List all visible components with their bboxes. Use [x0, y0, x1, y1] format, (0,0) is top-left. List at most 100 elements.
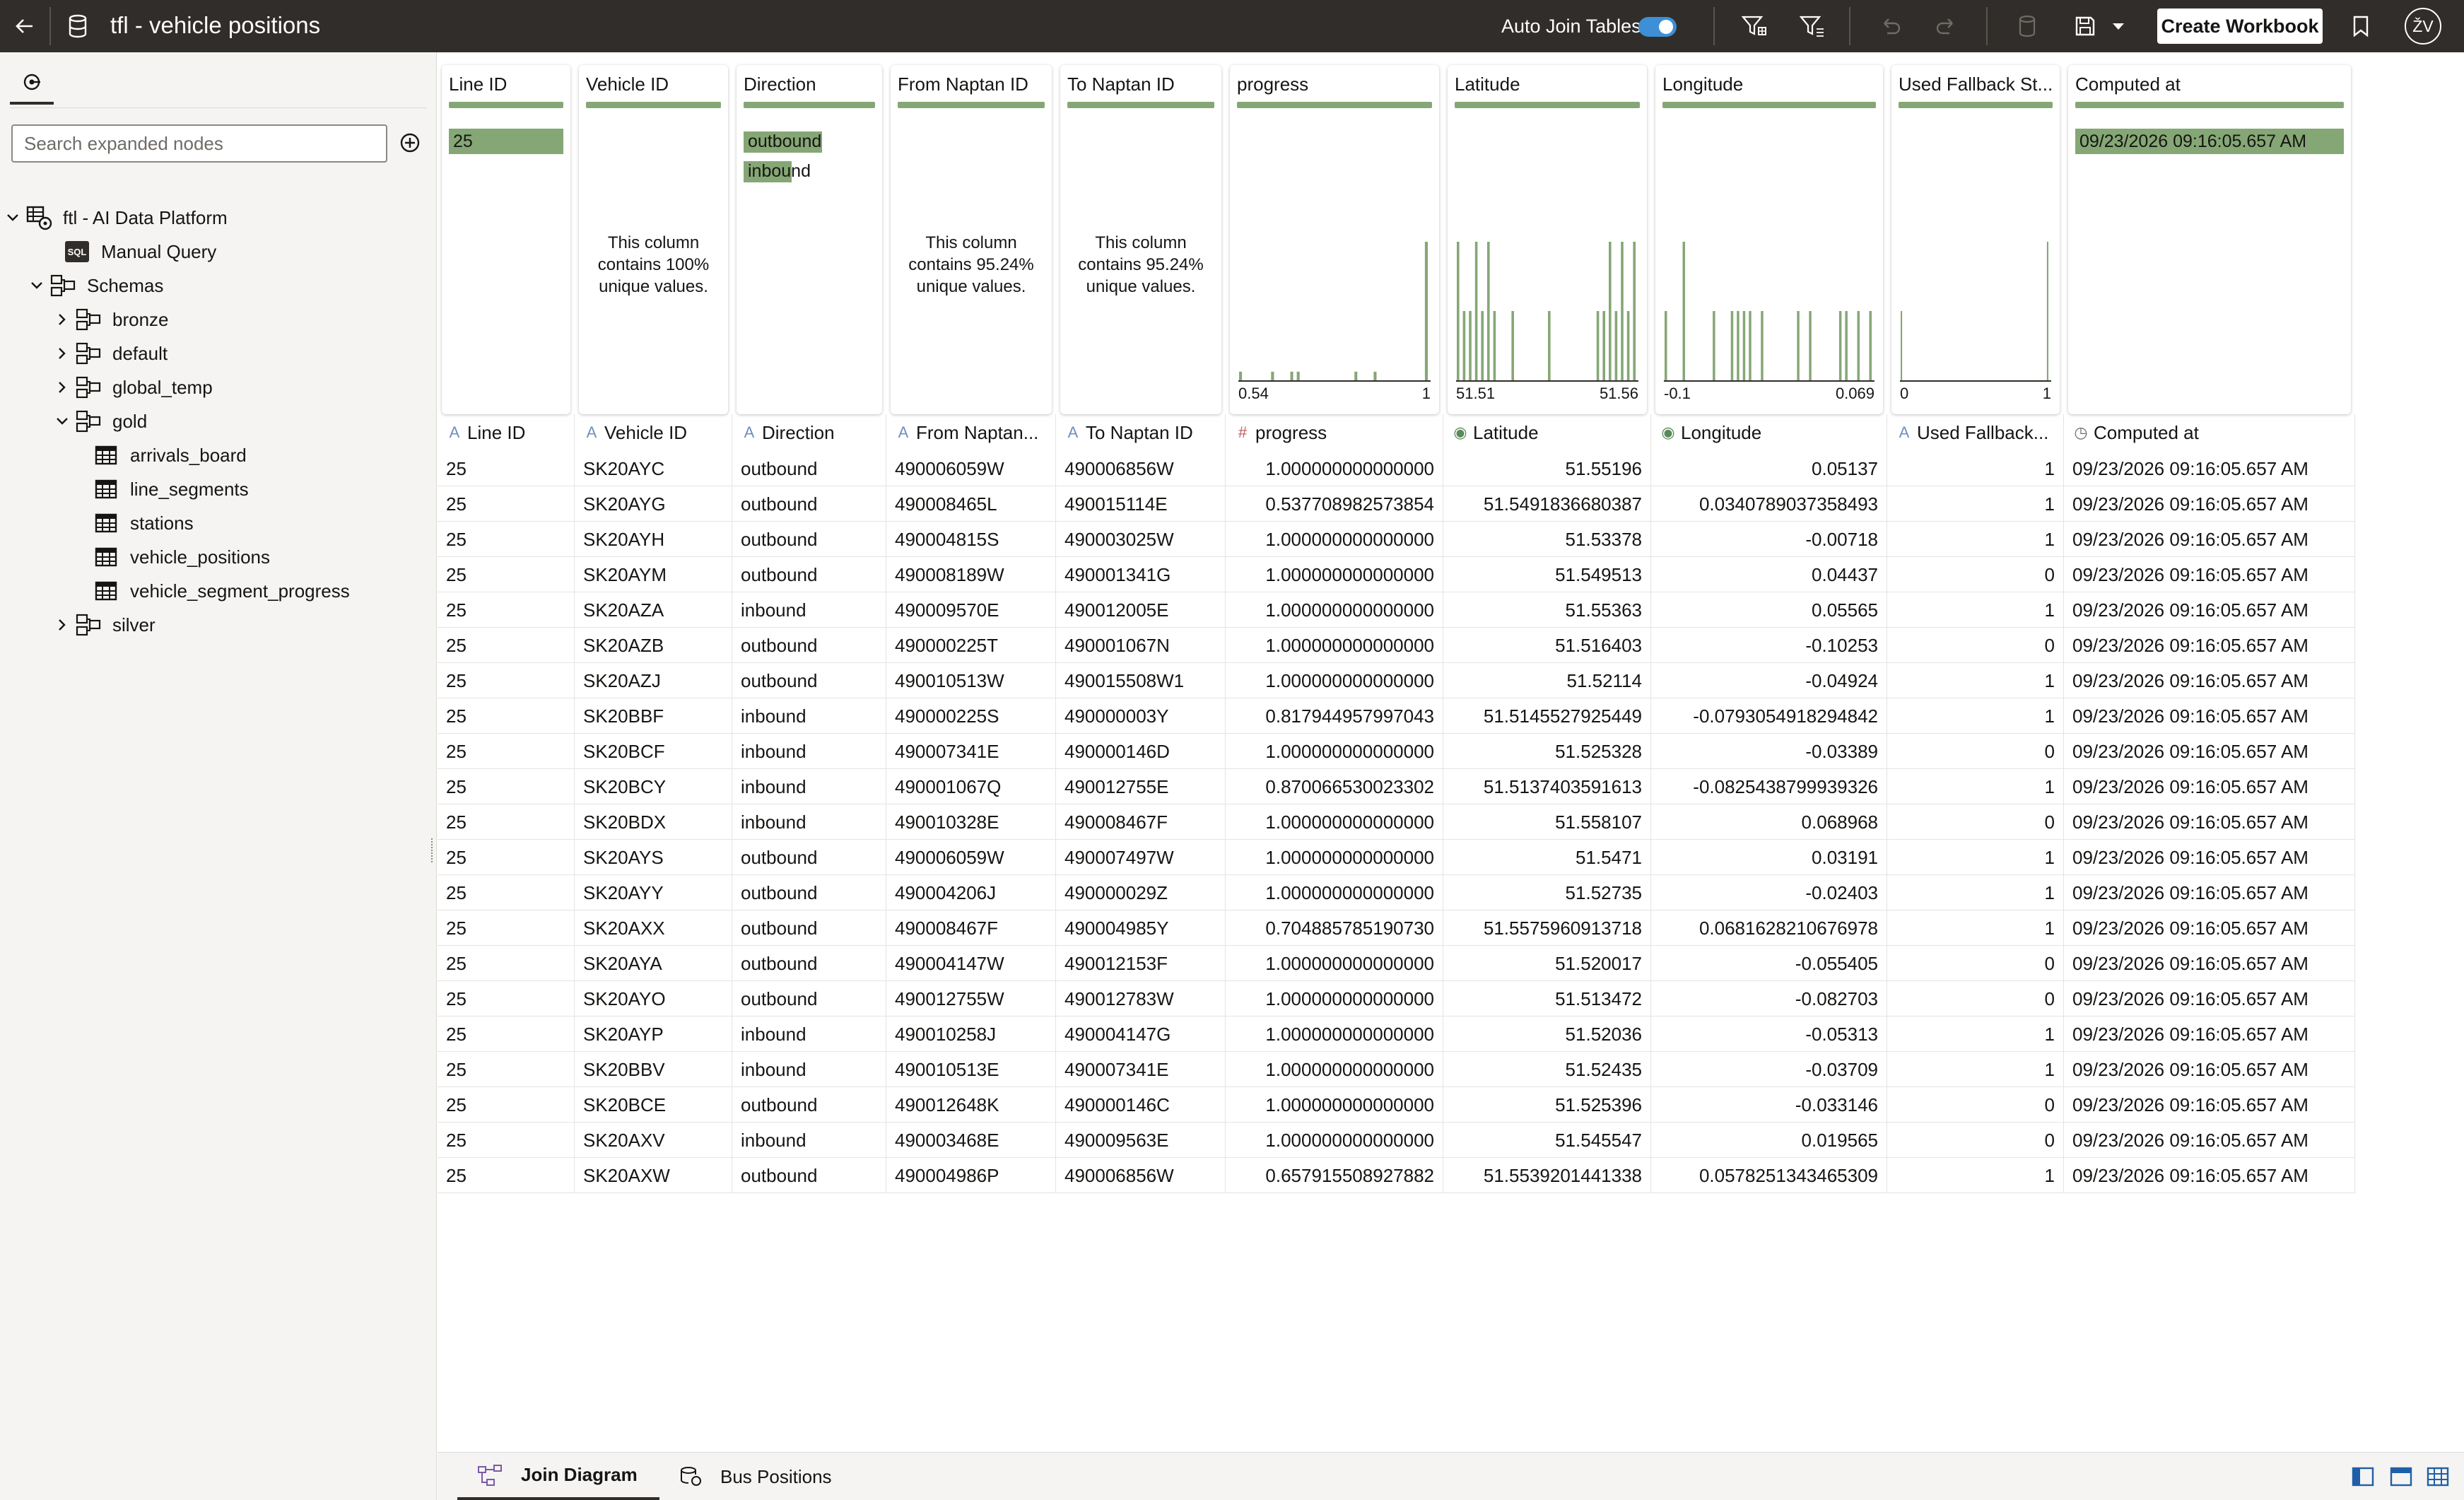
- chevron-down-icon[interactable]: [2, 213, 23, 222]
- table-cell[interactable]: -0.04924: [1651, 663, 1887, 698]
- table-cell[interactable]: 1.000000000000000: [1226, 875, 1443, 910]
- table-cell[interactable]: SK20AYO: [575, 981, 732, 1016]
- table-cell[interactable]: 1: [1887, 1158, 2064, 1193]
- table-cell[interactable]: 0: [1887, 1087, 2064, 1123]
- table-cell[interactable]: 09/23/2026 09:16:05.657 AM: [2064, 663, 2355, 698]
- table-cell[interactable]: 1.000000000000000: [1226, 592, 1443, 628]
- table-row[interactable]: 25 SK20AZJ outbound 490010513W 490015508W1 1.…: [438, 663, 2355, 698]
- histogram-bar[interactable]: [1713, 311, 1715, 380]
- table-cell[interactable]: 25: [438, 875, 575, 910]
- layout-top-panel-icon[interactable]: [2388, 1464, 2414, 1489]
- table-cell[interactable]: 51.516403: [1443, 628, 1651, 663]
- table-cell[interactable]: 25: [438, 663, 575, 698]
- search-nodes-input[interactable]: [11, 124, 387, 163]
- histogram-bar[interactable]: [1481, 311, 1484, 380]
- table-cell[interactable]: 09/23/2026 09:16:05.657 AM: [2064, 981, 2355, 1016]
- table-cell[interactable]: 0.537708982573854: [1226, 486, 1443, 522]
- category-bar[interactable]: outbound: [744, 129, 875, 154]
- table-cell[interactable]: SK20AYH: [575, 522, 732, 557]
- table-cell[interactable]: 490006856W: [1056, 451, 1226, 486]
- table-cell[interactable]: 1.000000000000000: [1226, 1016, 1443, 1052]
- table-cell[interactable]: 1.000000000000000: [1226, 557, 1443, 592]
- profile-card-6[interactable]: Latitude 51.51 51.56: [1448, 65, 1647, 414]
- table-cell[interactable]: SK20AYG: [575, 486, 732, 522]
- table-cell[interactable]: SK20AYS: [575, 840, 732, 875]
- histogram-bar[interactable]: [1424, 242, 1428, 380]
- table-row[interactable]: 25 SK20AYO outbound 490012755W 490012783W 1.0…: [438, 981, 2355, 1016]
- table-cell[interactable]: 490008467F: [1056, 804, 1226, 840]
- back-arrow-icon[interactable]: [8, 11, 41, 42]
- table-cell[interactable]: 490007341E: [886, 734, 1056, 769]
- table-row[interactable]: 25 SK20AXW outbound 490004986P 490006856W 0.6…: [438, 1158, 2355, 1193]
- table-cell[interactable]: 490001067N: [1056, 628, 1226, 663]
- table-cell[interactable]: -0.03709: [1651, 1052, 1887, 1087]
- category-bar[interactable]: inbound: [744, 158, 875, 184]
- table-cell[interactable]: 0.0340789037358493: [1651, 486, 1887, 522]
- column-header[interactable]: ◷ Computed at: [2064, 414, 2355, 451]
- table-cell[interactable]: 0: [1887, 981, 2064, 1016]
- table-cell[interactable]: 51.55363: [1443, 592, 1651, 628]
- table-cell[interactable]: 25: [438, 698, 575, 734]
- table-cell[interactable]: 490009563E: [1056, 1123, 1226, 1158]
- table-cell[interactable]: 0.817944957997043: [1226, 698, 1443, 734]
- table-cell[interactable]: 51.525396: [1443, 1087, 1651, 1123]
- histogram-bar[interactable]: [1626, 311, 1630, 380]
- table-cell[interactable]: 0.05565: [1651, 592, 1887, 628]
- table-cell[interactable]: SK20AXW: [575, 1158, 732, 1193]
- table-row[interactable]: 25 SK20BBV inbound 490010513E 490007341E 1.00…: [438, 1052, 2355, 1087]
- table-cell[interactable]: 490004206J: [886, 875, 1056, 910]
- table-cell[interactable]: 1.000000000000000: [1226, 1087, 1443, 1123]
- column-header[interactable]: # progress: [1226, 414, 1443, 451]
- table-cell[interactable]: 09/23/2026 09:16:05.657 AM: [2064, 1158, 2355, 1193]
- table-cell[interactable]: 490012755E: [1056, 769, 1226, 804]
- histogram-bar[interactable]: [1511, 311, 1514, 380]
- table-row[interactable]: 25 SK20BCE outbound 490012648K 490000146C 1.0…: [438, 1087, 2355, 1123]
- table-cell[interactable]: 490012153F: [1056, 946, 1226, 981]
- tree-item-manual-query[interactable]: SQL Manual Query: [26, 236, 216, 267]
- tree-item-vehicle-positions[interactable]: vehicle_positions: [52, 541, 270, 573]
- undo-icon[interactable]: [1876, 12, 1904, 40]
- table-cell[interactable]: 1: [1887, 592, 2064, 628]
- table-cell[interactable]: inbound: [732, 804, 886, 840]
- table-cell[interactable]: 1.000000000000000: [1226, 628, 1443, 663]
- histogram-bar[interactable]: [1373, 371, 1377, 381]
- table-cell[interactable]: 51.549513: [1443, 557, 1651, 592]
- tree-item-ftl-ai-data-platform[interactable]: ftl - AI Data Platform: [2, 202, 228, 233]
- table-row[interactable]: 25 SK20AYY outbound 490004206J 490000029Z 1.0…: [438, 875, 2355, 910]
- table-cell[interactable]: 25: [438, 769, 575, 804]
- column-header[interactable]: A Vehicle ID: [575, 414, 732, 451]
- table-cell[interactable]: 51.52735: [1443, 875, 1651, 910]
- histogram-bar[interactable]: [1838, 311, 1842, 380]
- table-cell[interactable]: 09/23/2026 09:16:05.657 AM: [2064, 592, 2355, 628]
- table-cell[interactable]: 09/23/2026 09:16:05.657 AM: [2064, 1123, 2355, 1158]
- table-cell[interactable]: 25: [438, 1123, 575, 1158]
- tree-item-schemas[interactable]: Schemas: [26, 270, 163, 301]
- table-cell[interactable]: 0: [1887, 946, 2064, 981]
- create-workbook-button[interactable]: Create Workbook: [2157, 8, 2323, 44]
- table-row[interactable]: 25 SK20AYM outbound 490008189W 490001341G 1.0…: [438, 557, 2355, 592]
- table-cell[interactable]: -0.033146: [1651, 1087, 1887, 1123]
- table-cell[interactable]: inbound: [732, 1052, 886, 1087]
- table-cell[interactable]: inbound: [732, 734, 886, 769]
- table-cell[interactable]: 1.000000000000000: [1226, 804, 1443, 840]
- table-cell[interactable]: 1.000000000000000: [1226, 981, 1443, 1016]
- table-cell[interactable]: 490007497W: [1056, 840, 1226, 875]
- table-cell[interactable]: 490008189W: [886, 557, 1056, 592]
- histogram-bar[interactable]: [1749, 311, 1752, 380]
- redo-icon[interactable]: [1932, 12, 1961, 40]
- table-cell[interactable]: 25: [438, 486, 575, 522]
- table-cell[interactable]: 25: [438, 522, 575, 557]
- data-source-icon[interactable]: [2014, 12, 2040, 40]
- table-row[interactable]: 25 SK20AZB outbound 490000225T 490001067N 1.0…: [438, 628, 2355, 663]
- tree-item-silver[interactable]: silver: [52, 609, 156, 640]
- table-cell[interactable]: 1: [1887, 1016, 2064, 1052]
- bookmark-icon[interactable]: [2347, 12, 2375, 40]
- table-cell[interactable]: 490015508W1: [1056, 663, 1226, 698]
- table-cell[interactable]: inbound: [732, 592, 886, 628]
- table-row[interactable]: 25 SK20AYG outbound 490008465L 490015114E 0.5…: [438, 486, 2355, 522]
- table-cell[interactable]: 25: [438, 592, 575, 628]
- table-row[interactable]: 25 SK20AYA outbound 490004147W 490012153F 1.0…: [438, 946, 2355, 981]
- table-cell[interactable]: 490006856W: [1056, 1158, 1226, 1193]
- table-cell[interactable]: 25: [438, 910, 575, 946]
- table-cell[interactable]: 1: [1887, 875, 2064, 910]
